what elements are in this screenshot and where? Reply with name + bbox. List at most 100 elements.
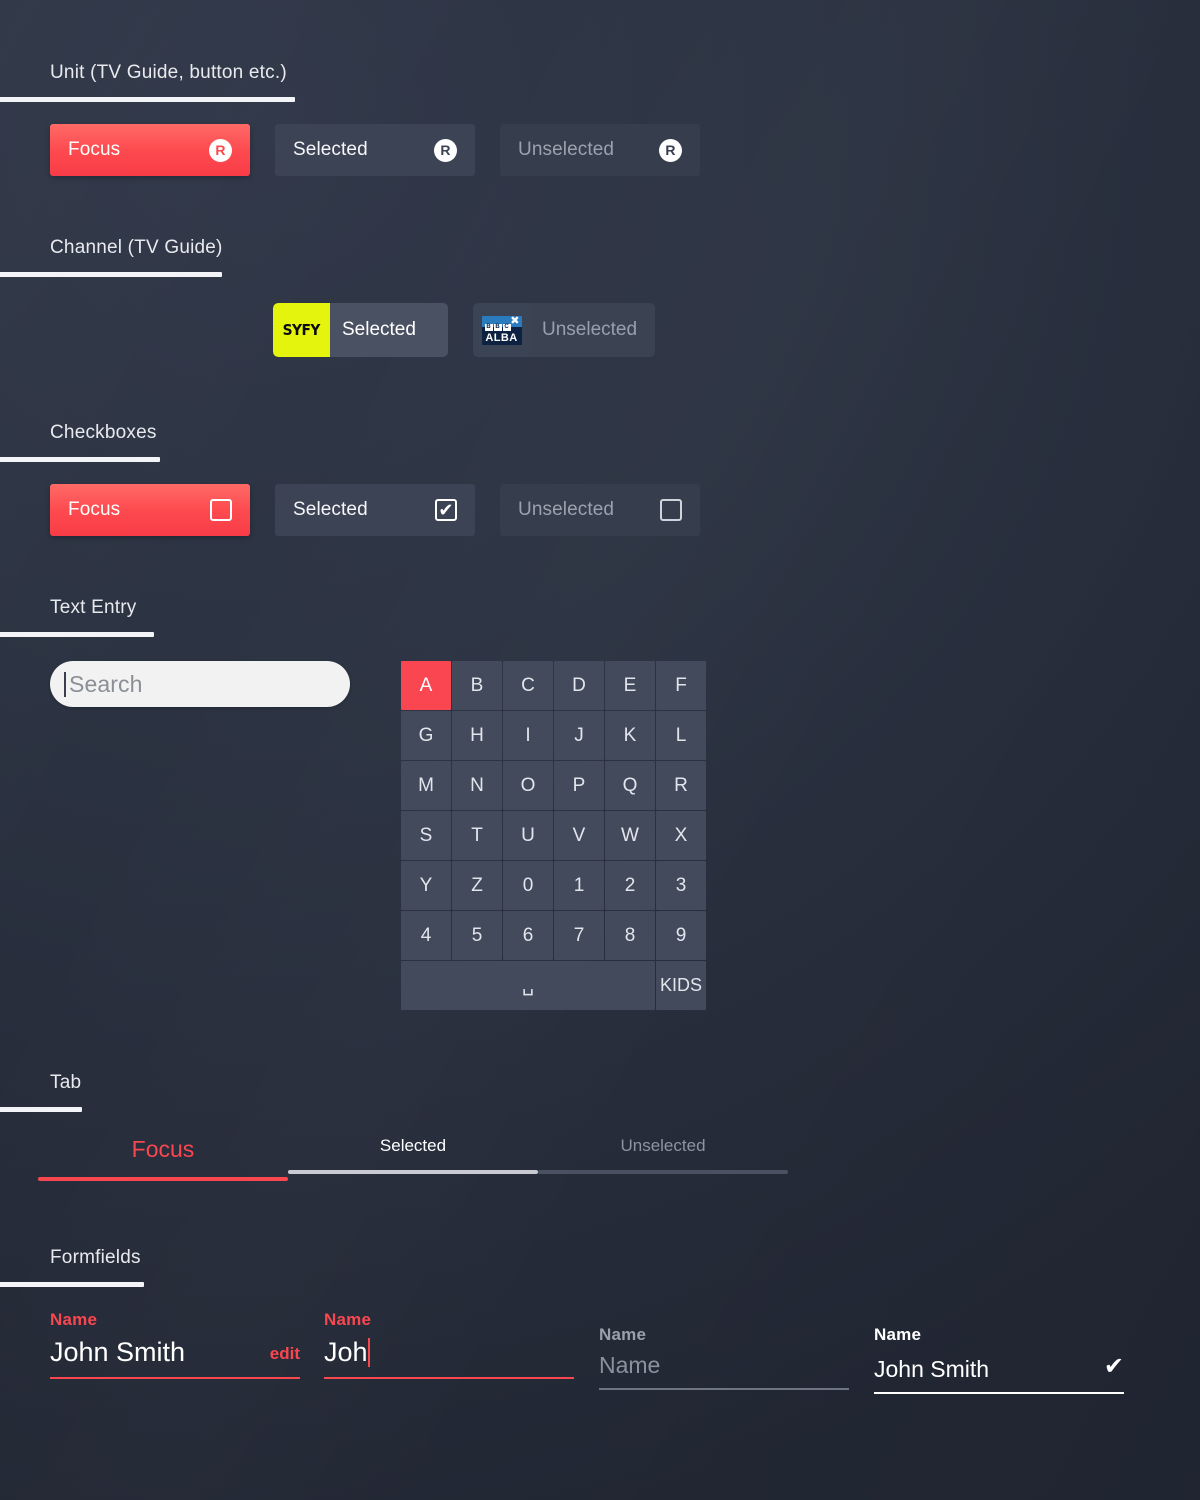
key-q[interactable]: Q (605, 761, 655, 810)
formfield-edit[interactable]: Name John Smith edit (50, 1310, 300, 1379)
formfield-typing[interactable]: Name Joh (324, 1310, 574, 1379)
key-x[interactable]: X (656, 811, 706, 860)
checkbox-label: Selected (293, 499, 368, 520)
key-5[interactable]: 5 (452, 911, 502, 960)
tab-label: Unselected (620, 1136, 706, 1155)
unit-chip-label: Unselected (518, 139, 615, 160)
section-title: Text Entry (50, 597, 137, 618)
bbc-alba-mark: ✖ BBC ALBA (481, 315, 522, 345)
key-k[interactable]: K (605, 711, 655, 760)
checkbox-row: Focus Selected ✔ Unselected (50, 484, 700, 536)
key-m[interactable]: M (401, 761, 451, 810)
unit-chip-selected[interactable]: Selected R (275, 124, 475, 176)
formfield-value: John Smith (50, 1337, 186, 1367)
bbc-blocks: BBC (484, 323, 511, 331)
formfield-row: John Smith edit (50, 1337, 300, 1368)
key-h[interactable]: H (452, 711, 502, 760)
key-9[interactable]: 9 (656, 911, 706, 960)
key-0[interactable]: 0 (503, 861, 553, 910)
section-rule (0, 457, 160, 462)
syfy-logo: SYFY (273, 303, 330, 357)
checkbox-label: Focus (68, 499, 121, 520)
key-e[interactable]: E (605, 661, 655, 710)
key-1[interactable]: 1 (554, 861, 604, 910)
formfield-value: John Smith (874, 1356, 990, 1382)
check-icon: ✔ (1103, 1353, 1124, 1380)
saltire-x-icon: ✖ (510, 315, 520, 327)
key-g[interactable]: G (401, 711, 451, 760)
formfield-empty[interactable]: Name Name (599, 1325, 849, 1390)
key-l[interactable]: L (656, 711, 706, 760)
key-z[interactable]: Z (452, 861, 502, 910)
channel-chip-unselected[interactable]: ✖ BBC ALBA Unselected (473, 303, 656, 357)
alba-wordmark: ALBA (485, 331, 518, 344)
text-cursor (367, 1338, 370, 1367)
section-title: Formfields (50, 1247, 141, 1268)
section-unit: Unit (TV Guide, button etc.) (0, 62, 295, 102)
key-f[interactable]: F (656, 661, 706, 710)
key-p[interactable]: P (554, 761, 604, 810)
checkbox-box-unchecked[interactable] (210, 499, 232, 521)
key-t[interactable]: T (452, 811, 502, 860)
key-w[interactable]: W (605, 811, 655, 860)
section-rule (0, 1282, 144, 1287)
checkbox-unselected[interactable]: Unselected (500, 484, 700, 536)
unit-chip-unselected[interactable]: Unselected R (500, 124, 700, 176)
channel-chip-selected[interactable]: SYFY Selected (273, 303, 448, 357)
tab-label: Focus (131, 1136, 195, 1162)
section-rule (0, 1107, 82, 1112)
key-6[interactable]: 6 (503, 911, 553, 960)
search-placeholder: Search (69, 670, 143, 697)
unit-chip-focus[interactable]: Focus R (50, 124, 250, 176)
key-u[interactable]: U (503, 811, 553, 860)
key-4[interactable]: 4 (401, 911, 451, 960)
checkbox-focus[interactable]: Focus (50, 484, 250, 536)
tab-unselected[interactable]: Unselected (538, 1136, 788, 1181)
formfield-confirmed[interactable]: Name John Smith ✔ (874, 1325, 1124, 1394)
unit-chip-row: Focus R Selected R Unselected R (50, 124, 700, 176)
key-v[interactable]: V (554, 811, 604, 860)
key-kids[interactable]: KIDS (656, 961, 706, 1010)
unit-chip-label: Selected (293, 139, 368, 160)
tab-underline (538, 1170, 788, 1174)
key-d[interactable]: D (554, 661, 604, 710)
section-checkboxes: Checkboxes (0, 422, 160, 462)
onscreen-keyboard: A B C D E F G H I J K L M N O P Q R S T … (401, 661, 706, 1010)
key-r[interactable]: R (656, 761, 706, 810)
key-b[interactable]: B (452, 661, 502, 710)
edit-action-label[interactable]: edit (270, 1344, 300, 1368)
key-o[interactable]: O (503, 761, 553, 810)
checkbox-selected[interactable]: Selected ✔ (275, 484, 475, 536)
formfield-row: John Smith ✔ (874, 1352, 1124, 1383)
formfield-underline (874, 1392, 1124, 1394)
key-2[interactable]: 2 (605, 861, 655, 910)
tab-selected[interactable]: Selected (288, 1136, 538, 1181)
key-i[interactable]: I (503, 711, 553, 760)
formfield-label: Name (50, 1310, 98, 1329)
tab-focus[interactable]: Focus (38, 1136, 288, 1181)
formfield-row: Joh (324, 1337, 574, 1368)
key-c[interactable]: C (503, 661, 553, 710)
key-y[interactable]: Y (401, 861, 451, 910)
unit-chip-label: Focus (68, 139, 121, 160)
key-n[interactable]: N (452, 761, 502, 810)
text-cursor (64, 671, 66, 697)
tab-underline (38, 1177, 288, 1181)
key-3[interactable]: 3 (656, 861, 706, 910)
search-input[interactable]: Search (50, 661, 350, 707)
key-8[interactable]: 8 (605, 911, 655, 960)
key-s[interactable]: S (401, 811, 451, 860)
checkbox-label: Unselected (518, 499, 615, 520)
key-a[interactable]: A (401, 661, 451, 710)
bbc-alba-logo: ✖ BBC ALBA (473, 303, 530, 357)
section-title: Checkboxes (50, 422, 157, 443)
key-space[interactable]: ␣ (401, 961, 655, 1010)
checkbox-box-unchecked[interactable] (660, 499, 682, 521)
section-title: Unit (TV Guide, button etc.) (50, 62, 287, 83)
tab-bar: Focus Selected Unselected (38, 1136, 788, 1181)
section-rule (0, 272, 222, 277)
screen-root: Unit (TV Guide, button etc.) Focus R Sel… (0, 0, 1200, 1500)
key-7[interactable]: 7 (554, 911, 604, 960)
key-j[interactable]: J (554, 711, 604, 760)
checkbox-box-checked[interactable]: ✔ (435, 499, 457, 521)
